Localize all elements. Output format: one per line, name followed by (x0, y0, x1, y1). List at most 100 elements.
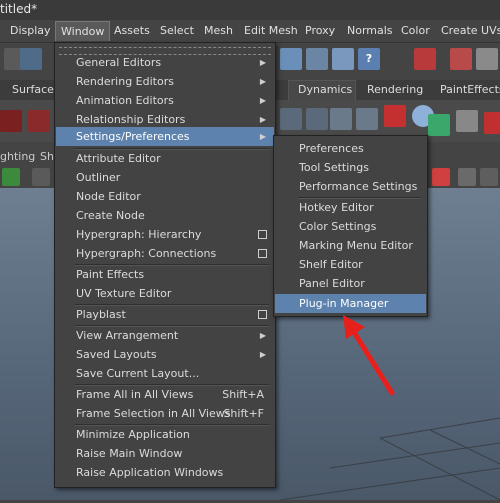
menu-item-create-node[interactable]: Create Node (56, 206, 274, 225)
menu-create-uvs[interactable]: Create UVs (441, 24, 500, 37)
submenu-arrow-icon: ▶ (259, 96, 266, 105)
help-icon[interactable]: ? (358, 48, 380, 70)
menu-item-label: Settings/Preferences (76, 130, 190, 143)
menu-item-hypergraph-hierarchy[interactable]: Hypergraph: Hierarchy (56, 225, 274, 244)
menu-assets[interactable]: Assets (114, 24, 150, 37)
window-title: titled* (0, 2, 38, 16)
submenu-item-shelf-editor[interactable]: Shelf Editor (275, 255, 426, 274)
submenu-item-tool-settings[interactable]: Tool Settings (275, 158, 426, 177)
menu-proxy[interactable]: Proxy (305, 24, 335, 37)
menu-edit-mesh[interactable]: Edit Mesh (244, 24, 298, 37)
select-camera-icon[interactable] (2, 168, 20, 186)
connections-icon[interactable] (330, 108, 352, 130)
menu-item-label: Raise Application Windows (76, 466, 224, 479)
box-icon[interactable] (456, 110, 478, 132)
graph-icon[interactable] (356, 108, 378, 130)
menu-color[interactable]: Color (401, 24, 430, 37)
menu-window[interactable]: Window (55, 21, 111, 41)
menu-item-raise-application-windows[interactable]: Raise Application Windows (56, 463, 274, 482)
menu-item-label: General Editors (76, 56, 162, 69)
menu-item-label: Outliner (76, 171, 121, 184)
menu-item-settings-preferences[interactable]: Settings/Preferences ▶ (56, 127, 274, 146)
wireframe-icon[interactable] (32, 168, 50, 186)
menu-item-raise-main-window[interactable]: Raise Main Window (56, 444, 274, 463)
submenu-arrow-icon: ▶ (259, 77, 266, 86)
smooth-shade-icon[interactable] (458, 168, 476, 186)
menu-item-label: Relationship Editors (76, 113, 186, 126)
menu-item-paint-effects[interactable]: Paint Effects (56, 265, 274, 284)
menu-item-label: Rendering Editors (76, 75, 174, 88)
menu-display[interactable]: Display (10, 24, 51, 37)
submenu-item-marking-menu-editor[interactable]: Marking Menu Editor (275, 236, 426, 255)
save-scene-icon[interactable] (20, 48, 42, 70)
option-box-icon[interactable] (258, 249, 267, 258)
hotkey-label: Shift+A (222, 388, 264, 401)
annotation-arrow-icon (343, 315, 395, 396)
menu-select[interactable]: Select (160, 24, 194, 37)
render-view-icon[interactable] (332, 48, 354, 70)
submenu-item-performance-settings[interactable]: Performance Settings (275, 177, 426, 196)
snap-points-icon[interactable] (306, 48, 328, 70)
menu-item-view-arrangement[interactable]: View Arrangement ▶ (56, 326, 274, 345)
snap-grid-icon[interactable] (280, 48, 302, 70)
submenu-item-hotkey-editor[interactable]: Hotkey Editor (275, 198, 426, 217)
menu-item-node-editor[interactable]: Node Editor (56, 187, 274, 206)
menu-item-playblast[interactable]: Playblast (56, 305, 274, 324)
render-icon[interactable] (384, 105, 406, 127)
menu-item-hypergraph-connections[interactable]: Hypergraph: Connections (56, 244, 274, 263)
menu-item-label: Minimize Application (76, 428, 190, 441)
title-bar: titled* (0, 0, 500, 20)
panel-menu-lighting[interactable]: ghting (0, 150, 35, 163)
option-box-icon[interactable] (258, 310, 267, 319)
tab-painteffects[interactable]: PaintEffects (440, 83, 500, 96)
textured-icon[interactable] (480, 168, 498, 186)
tab-rendering[interactable]: Rendering (367, 83, 423, 96)
tab-dynamics[interactable]: Dynamics (298, 83, 352, 96)
menu-item-label: Playblast (76, 308, 126, 321)
menu-item-label: Raise Main Window (76, 447, 183, 460)
menu-mesh[interactable]: Mesh (204, 24, 233, 37)
menu-item-label: Save Current Layout... (76, 367, 200, 380)
menu-item-label: Frame Selection in All Views (76, 407, 231, 420)
menu-normals[interactable]: Normals (347, 24, 393, 37)
menu-item-saved-layouts[interactable]: Saved Layouts ▶ (56, 345, 274, 364)
tab-surfaces[interactable]: Surfaces (12, 83, 60, 96)
menu-item-label: Animation Editors (76, 94, 174, 107)
hierarchy-icon[interactable] (280, 108, 302, 130)
menu-item-uv-texture-editor[interactable]: UV Texture Editor (56, 284, 274, 303)
option-box-icon[interactable] (258, 230, 267, 239)
hotkey-label: Shift+F (223, 407, 264, 420)
submenu-item-panel-editor[interactable]: Panel Editor (275, 274, 426, 293)
window-menu: General Editors ▶ Rendering Editors ▶ Anim… (54, 42, 276, 488)
submenu-item-preferences[interactable]: Preferences (275, 139, 426, 158)
menu-item-frame-all[interactable]: Frame All in All Views Shift+A (56, 385, 274, 404)
shader-icon[interactable] (484, 112, 500, 134)
menu-item-attribute-editor[interactable]: Attribute Editor (56, 149, 274, 168)
menu-item-label: Paint Effects (76, 268, 145, 281)
node-tree-icon[interactable] (306, 108, 328, 130)
menu-item-general-editors[interactable]: General Editors ▶ (56, 53, 274, 72)
magnet-icon[interactable] (450, 48, 472, 70)
isolate-icon[interactable] (432, 168, 450, 186)
menu-item-outliner[interactable]: Outliner (56, 168, 274, 187)
submenu-item-plug-in-manager[interactable]: Plug-in Manager (275, 294, 426, 313)
menu-item-label: Hypergraph: Connections (76, 247, 217, 260)
aim-camera-icon[interactable] (28, 110, 50, 132)
submenu-item-color-settings[interactable]: Color Settings (275, 217, 426, 236)
menu-item-label: Attribute Editor (76, 152, 161, 165)
submenu-arrow-icon: ▶ (259, 58, 266, 67)
menu-item-animation-editors[interactable]: Animation Editors ▶ (56, 91, 274, 110)
menu-item-label: Create Node (76, 209, 145, 222)
menu-item-label: UV Texture Editor (76, 287, 172, 300)
history-icon[interactable] (476, 48, 498, 70)
paint-select-icon[interactable] (414, 48, 436, 70)
menu-item-label: Frame All in All Views (76, 388, 194, 401)
cube-icon[interactable] (428, 114, 450, 136)
camera-icon[interactable] (0, 110, 22, 132)
menu-item-rendering-editors[interactable]: Rendering Editors ▶ (56, 72, 274, 91)
settings-preferences-submenu: Preferences Tool Settings Performance Se… (273, 135, 428, 317)
menu-item-frame-selection[interactable]: Frame Selection in All Views Shift+F (56, 404, 274, 423)
menu-item-minimize-application[interactable]: Minimize Application (56, 425, 274, 444)
menu-item-label: Hypergraph: Hierarchy (76, 228, 202, 241)
menu-item-save-current-layout[interactable]: Save Current Layout... (56, 364, 274, 383)
